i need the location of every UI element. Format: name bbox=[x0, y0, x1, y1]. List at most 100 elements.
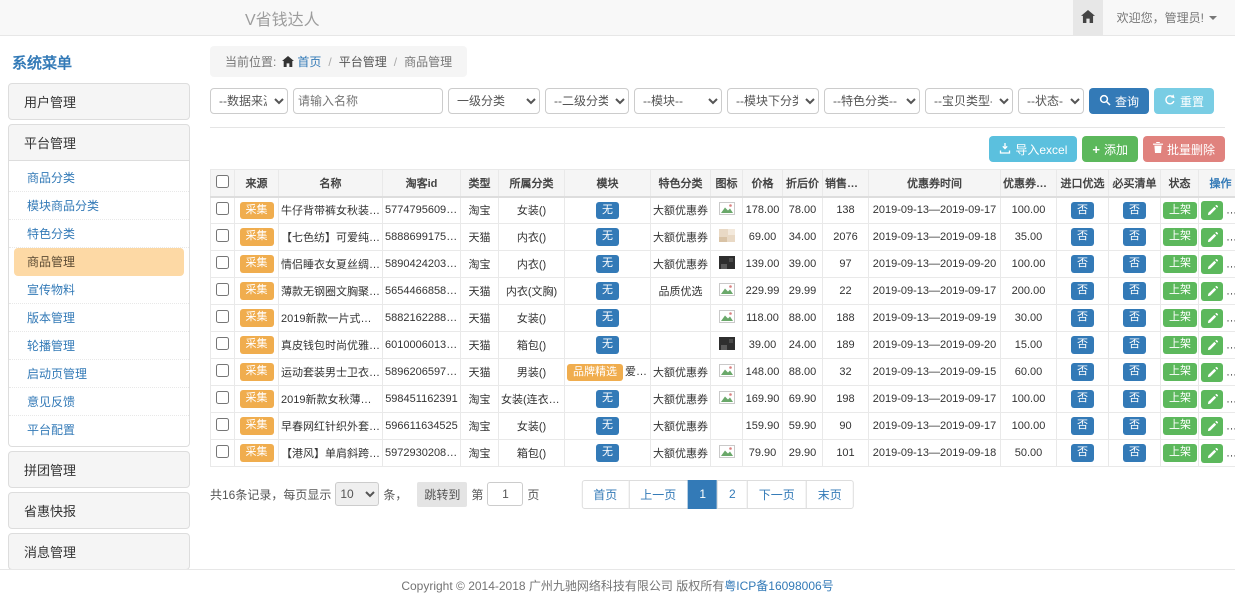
row-checkbox[interactable] bbox=[216, 283, 229, 296]
filter-module-subcategory-select[interactable]: --模块下分类-- bbox=[727, 88, 819, 114]
must-buy-flag-badge[interactable]: 否 bbox=[1123, 390, 1146, 407]
must-buy-flag-badge[interactable]: 否 bbox=[1123, 202, 1146, 219]
edit-button[interactable] bbox=[1201, 282, 1223, 301]
imported-flag-badge[interactable]: 否 bbox=[1071, 282, 1094, 299]
add-button[interactable]: + 添加 bbox=[1082, 136, 1138, 162]
filter-level1-category-select[interactable]: 一级分类 bbox=[448, 88, 540, 114]
home-button[interactable] bbox=[1073, 0, 1103, 35]
imported-flag-badge[interactable]: 否 bbox=[1071, 202, 1094, 219]
icp-link[interactable]: 粤ICP备16098006号 bbox=[724, 577, 833, 594]
jump-to-button[interactable]: 跳转到 bbox=[417, 482, 467, 507]
sidebar-subitem-feature-category[interactable]: 特色分类 bbox=[9, 220, 189, 248]
sidebar-item-platform-mgmt[interactable]: 平台管理 bbox=[8, 124, 190, 161]
row-checkbox[interactable] bbox=[216, 418, 229, 431]
sidebar-subitem-feedback[interactable]: 意见反馈 bbox=[9, 388, 189, 416]
edit-button[interactable] bbox=[1201, 363, 1223, 382]
filter-module-select[interactable]: --模块-- bbox=[634, 88, 722, 114]
sidebar-subitem-carousel-mgmt[interactable]: 轮播管理 bbox=[9, 332, 189, 360]
imported-flag-badge[interactable]: 否 bbox=[1071, 444, 1094, 461]
edit-button[interactable] bbox=[1201, 336, 1223, 355]
imported-flag-badge[interactable]: 否 bbox=[1071, 228, 1094, 245]
must-buy-flag-badge[interactable]: 否 bbox=[1123, 444, 1146, 461]
sidebar-subitem-module-goods-category[interactable]: 模块商品分类 bbox=[9, 192, 189, 220]
filter-level2-category-select[interactable]: --二级分类-- bbox=[545, 88, 629, 114]
row-checkbox[interactable] bbox=[216, 202, 229, 215]
status-badge[interactable]: 上架 bbox=[1163, 363, 1197, 380]
row-checkbox[interactable] bbox=[216, 364, 229, 377]
sidebar-item-group-buy-mgmt[interactable]: 拼团管理 bbox=[8, 451, 190, 488]
sidebar-subitem-splash-mgmt[interactable]: 启动页管理 bbox=[9, 360, 189, 388]
batch-delete-button[interactable]: 批量删除 bbox=[1143, 136, 1225, 162]
edit-button[interactable] bbox=[1201, 417, 1223, 436]
breadcrumb-home-link[interactable]: 首页 bbox=[297, 53, 321, 70]
sidebar-item-user-mgmt[interactable]: 用户管理 bbox=[8, 83, 190, 120]
page-size-select[interactable]: 10 bbox=[335, 482, 379, 506]
status-badge[interactable]: 上架 bbox=[1163, 336, 1197, 353]
filter-bar: --数据来源-- 一级分类--二级分类----模块----模块下分类----特色分… bbox=[210, 88, 1225, 114]
add-button-label: 添加 bbox=[1104, 141, 1128, 158]
imported-flag-badge[interactable]: 否 bbox=[1071, 417, 1094, 434]
sidebar-item-message-mgmt[interactable]: 消息管理 bbox=[8, 533, 190, 570]
status-cell: 上架 bbox=[1161, 251, 1199, 278]
reset-button[interactable]: 重置 bbox=[1154, 88, 1214, 114]
page-button-1[interactable]: 1 bbox=[687, 480, 718, 509]
row-checkbox[interactable] bbox=[216, 391, 229, 404]
row-checkbox[interactable] bbox=[216, 337, 229, 350]
select-all-checkbox[interactable] bbox=[216, 175, 229, 188]
must-buy-flag-badge[interactable]: 否 bbox=[1123, 417, 1146, 434]
must-buy-flag-badge[interactable]: 否 bbox=[1123, 228, 1146, 245]
edit-button[interactable] bbox=[1201, 390, 1223, 409]
must-buy-flag-badge[interactable]: 否 bbox=[1123, 336, 1146, 353]
page-button-下一页[interactable]: 下一页 bbox=[747, 480, 807, 509]
imported-flag-badge[interactable]: 否 bbox=[1071, 255, 1094, 272]
sidebar-subitem-platform-config[interactable]: 平台配置 bbox=[9, 416, 189, 443]
page-button-上一页[interactable]: 上一页 bbox=[628, 480, 688, 509]
status-badge[interactable]: 上架 bbox=[1163, 417, 1197, 434]
user-menu[interactable]: 欢迎您，管理员! bbox=[1103, 9, 1235, 26]
status-badge[interactable]: 上架 bbox=[1163, 309, 1197, 326]
sidebar-subitem-goods-mgmt[interactable]: 商品管理 bbox=[14, 248, 184, 276]
status-badge[interactable]: 上架 bbox=[1163, 228, 1197, 245]
ops-cell bbox=[1199, 413, 1235, 440]
sidebar-subitem-version-mgmt[interactable]: 版本管理 bbox=[9, 304, 189, 332]
must-buy-flag-badge[interactable]: 否 bbox=[1123, 282, 1146, 299]
status-badge[interactable]: 上架 bbox=[1163, 444, 1197, 461]
page-button-末页[interactable]: 末页 bbox=[806, 480, 854, 509]
row-checkbox[interactable] bbox=[216, 445, 229, 458]
edit-button[interactable] bbox=[1201, 201, 1223, 220]
taoke-id: 601000601341 bbox=[383, 332, 461, 359]
filter-feature-category-select[interactable]: --特色分类-- bbox=[824, 88, 920, 114]
jump-page-input[interactable] bbox=[487, 482, 523, 506]
edit-button[interactable] bbox=[1201, 255, 1223, 274]
must-buy-flag-badge[interactable]: 否 bbox=[1123, 309, 1146, 326]
filter-name-input[interactable] bbox=[293, 88, 443, 114]
edit-button[interactable] bbox=[1201, 309, 1223, 328]
filter-status-select[interactable]: --状态-- bbox=[1018, 88, 1084, 114]
icon-cell bbox=[711, 305, 743, 332]
filter-item-type-select[interactable]: --宝贝类型-- bbox=[925, 88, 1013, 114]
row-checkbox[interactable] bbox=[216, 229, 229, 242]
edit-button[interactable] bbox=[1201, 228, 1223, 247]
page-button-2[interactable]: 2 bbox=[717, 480, 748, 509]
page-button-首页[interactable]: 首页 bbox=[581, 480, 629, 509]
must-buy-flag-badge[interactable]: 否 bbox=[1123, 255, 1146, 272]
status-badge[interactable]: 上架 bbox=[1163, 255, 1197, 272]
status-badge[interactable]: 上架 bbox=[1163, 202, 1197, 219]
sidebar-subitem-promo-material[interactable]: 宣传物料 bbox=[9, 276, 189, 304]
must-buy-flag-badge[interactable]: 否 bbox=[1123, 363, 1146, 380]
sidebar-subitem-goods-category[interactable]: 商品分类 bbox=[9, 164, 189, 192]
row-checkbox[interactable] bbox=[216, 256, 229, 269]
imported-flag-badge[interactable]: 否 bbox=[1071, 309, 1094, 326]
status-badge[interactable]: 上架 bbox=[1163, 390, 1197, 407]
breadcrumb-platform-link[interactable]: 平台管理 bbox=[339, 53, 387, 70]
filter-data-source-select[interactable]: --数据来源-- bbox=[210, 88, 288, 114]
imported-flag-badge[interactable]: 否 bbox=[1071, 363, 1094, 380]
imported-flag-badge[interactable]: 否 bbox=[1071, 336, 1094, 353]
sidebar-item-savings-news[interactable]: 省惠快报 bbox=[8, 492, 190, 529]
row-checkbox[interactable] bbox=[216, 310, 229, 323]
search-button[interactable]: 查询 bbox=[1089, 88, 1149, 114]
import-excel-button[interactable]: 导入excel bbox=[989, 136, 1077, 162]
imported-flag-badge[interactable]: 否 bbox=[1071, 390, 1094, 407]
edit-button[interactable] bbox=[1201, 444, 1223, 463]
status-badge[interactable]: 上架 bbox=[1163, 282, 1197, 299]
